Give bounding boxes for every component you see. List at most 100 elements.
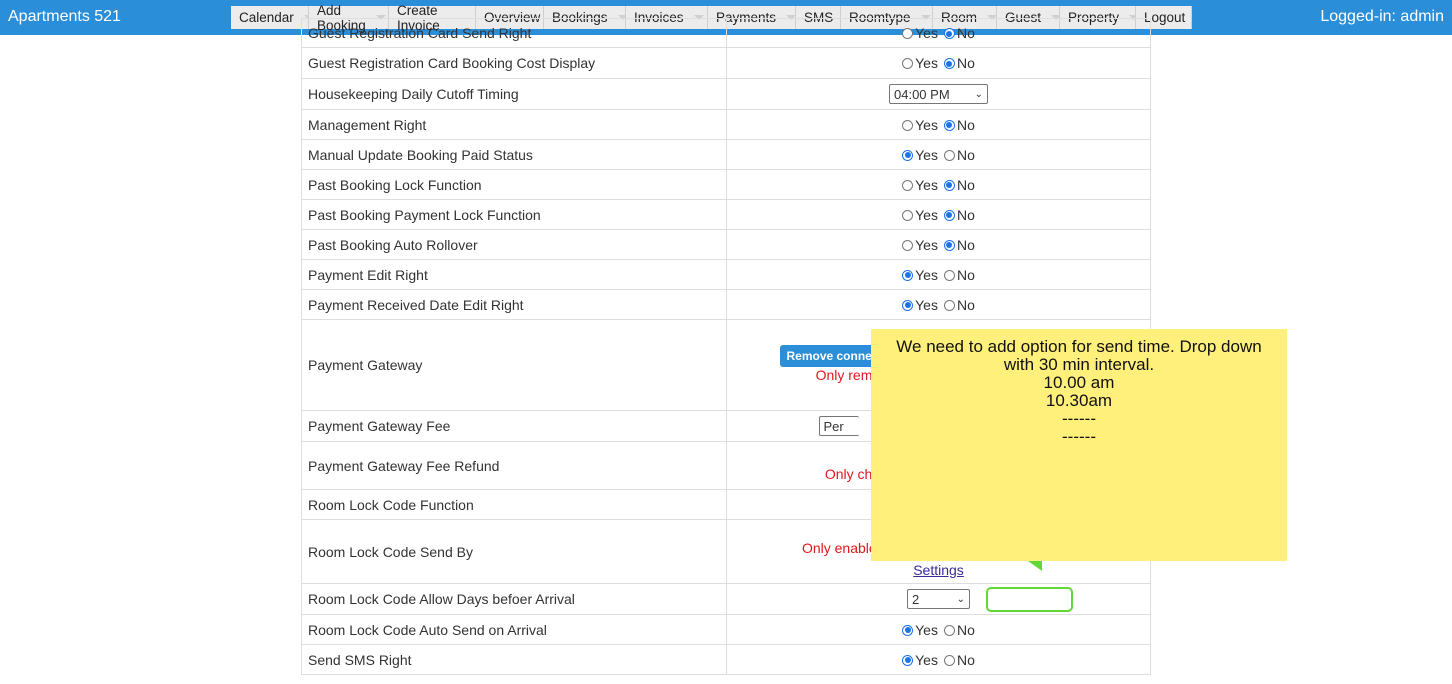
radio-circle-icon[interactable] — [902, 149, 914, 161]
note-line: with 30 min interval. — [1003, 355, 1155, 374]
note-line: 10.30am — [1045, 391, 1113, 410]
radio-circle-icon[interactable] — [943, 58, 955, 69]
radio-label: No — [956, 116, 975, 133]
radio-circle-icon[interactable] — [943, 119, 955, 131]
radio-no[interactable]: No — [943, 297, 975, 313]
gateway-fee-select[interactable]: Per⌄ — [818, 416, 859, 436]
radio-no[interactable]: No — [943, 651, 975, 668]
radio-circle-icon[interactable] — [902, 239, 914, 251]
radio-circle-icon[interactable] — [943, 239, 955, 251]
setting-value-cell: Yes No — [726, 109, 1151, 140]
radio-circle-icon[interactable] — [902, 28, 914, 39]
cutoff-time-select[interactable]: 04:00 PM ⌄ — [889, 84, 988, 104]
setting-row: Past Booking Payment Lock Function Yes No — [301, 199, 1151, 230]
radio-no[interactable]: No — [943, 25, 975, 41]
setting-value-cell: Yes No — [726, 139, 1151, 170]
radio-circle-icon[interactable] — [902, 58, 914, 69]
radio-circle-icon[interactable] — [943, 624, 955, 636]
yes-no-radio-group: Yes No — [899, 622, 978, 638]
radio-circle-icon[interactable] — [943, 654, 955, 666]
select-value: 04:00 PM — [894, 86, 950, 102]
yes-no-radio-group: Yes No — [899, 177, 978, 193]
select-value: 2 — [912, 591, 920, 607]
chevron-down-icon: ⌄ — [956, 593, 965, 605]
radio-yes[interactable]: Yes — [902, 237, 938, 253]
setting-value-cell: 04:00 PM ⌄ — [726, 78, 1151, 110]
radio-yes[interactable]: Yes — [902, 55, 938, 71]
radio-label: Yes — [915, 296, 938, 313]
radio-yes[interactable]: Yes — [902, 652, 938, 668]
chevron-down-icon: ⌄ — [974, 88, 983, 100]
send-time-input-highlight[interactable] — [986, 587, 1073, 612]
setting-row: Room Lock Code Auto Send on Arrival Yes No — [301, 614, 1151, 645]
setting-row: Manual Update Booking Paid Status Yes No — [301, 139, 1151, 170]
radio-label: Yes — [915, 146, 938, 163]
note-line: ------ — [1062, 409, 1096, 428]
radio-no[interactable]: No — [943, 55, 975, 71]
radio-yes[interactable]: Yes — [902, 147, 938, 163]
setting-label: Manual Update Booking Paid Status — [301, 139, 727, 170]
radio-yes[interactable]: Yes — [902, 622, 938, 638]
sticky-note[interactable]: We need to add option for send time. Dro… — [871, 329, 1287, 561]
radio-circle-icon[interactable] — [902, 299, 914, 311]
setting-value-cell: Yes No — [726, 644, 1151, 675]
settings-link[interactable]: Settings — [733, 562, 1144, 578]
radio-no[interactable]: No — [943, 177, 975, 193]
radio-yes[interactable]: Yes — [902, 117, 938, 133]
setting-label: Payment Gateway Fee — [301, 410, 727, 442]
setting-label: Send SMS Right — [301, 644, 727, 675]
setting-value-cell: Yes No — [726, 259, 1151, 290]
note-line: We need to add option for send time. Dro… — [896, 337, 1262, 356]
setting-label: Past Booking Payment Lock Function — [301, 199, 727, 230]
menu-calendar[interactable]: Calendar — [231, 6, 314, 29]
setting-value-cell: Yes No — [726, 47, 1151, 79]
select-value: Per — [823, 418, 844, 434]
radio-yes[interactable]: Yes — [902, 297, 938, 313]
note-line: 10.00 am — [1043, 373, 1115, 392]
setting-row: Past Booking Lock Function Yes No — [301, 169, 1151, 200]
radio-circle-icon[interactable] — [902, 119, 914, 131]
radio-circle-icon[interactable] — [902, 269, 914, 281]
radio-label: Yes — [915, 236, 938, 253]
yes-no-radio-group: Yes No — [899, 652, 978, 668]
radio-label: No — [956, 25, 975, 41]
radio-yes[interactable]: Yes — [902, 267, 938, 283]
radio-circle-icon[interactable] — [943, 149, 955, 161]
radio-label: Yes — [915, 55, 938, 71]
setting-row: Payment Edit Right Yes No — [301, 259, 1151, 290]
setting-label: Management Right — [301, 109, 727, 140]
allow-days-select[interactable]: 2 ⌄ — [907, 589, 970, 609]
yes-no-radio-group: Yes No — [899, 267, 978, 283]
radio-circle-icon[interactable] — [943, 299, 955, 311]
radio-circle-icon[interactable] — [902, 654, 914, 666]
radio-label: Yes — [915, 651, 938, 668]
radio-label: No — [956, 651, 975, 668]
radio-no[interactable]: No — [943, 146, 975, 163]
radio-label: No — [956, 266, 975, 283]
radio-circle-icon[interactable] — [902, 209, 914, 221]
radio-circle-icon[interactable] — [943, 269, 955, 281]
radio-no[interactable]: No — [943, 237, 975, 253]
radio-label: Yes — [915, 206, 938, 223]
radio-yes[interactable]: Yes — [902, 207, 938, 223]
app-title[interactable]: Apartments 521 — [8, 8, 121, 26]
radio-no[interactable]: No — [943, 116, 975, 133]
radio-no[interactable]: No — [943, 207, 975, 223]
setting-label: Room Lock Code Allow Days befoer Arrival — [301, 583, 727, 615]
radio-yes[interactable]: Yes — [902, 25, 938, 41]
radio-label: Yes — [915, 25, 938, 41]
radio-circle-icon[interactable] — [902, 179, 914, 191]
setting-row: Guest Registration Card Booking Cost Dis… — [301, 47, 1151, 79]
radio-circle-icon[interactable] — [902, 624, 914, 636]
radio-circle-icon[interactable] — [943, 209, 955, 221]
radio-yes[interactable]: Yes — [902, 177, 938, 193]
setting-row: Past Booking Auto Rollover Yes No — [301, 229, 1151, 260]
radio-circle-icon[interactable] — [943, 179, 955, 191]
radio-label: No — [956, 146, 975, 163]
setting-label: Room Lock Code Send By — [301, 519, 727, 584]
radio-no[interactable]: No — [943, 622, 975, 638]
yes-no-radio-group: Yes No — [899, 297, 978, 313]
yes-no-radio-group: Yes No — [899, 237, 978, 253]
radio-no[interactable]: No — [943, 266, 975, 283]
radio-circle-icon[interactable] — [943, 28, 955, 39]
